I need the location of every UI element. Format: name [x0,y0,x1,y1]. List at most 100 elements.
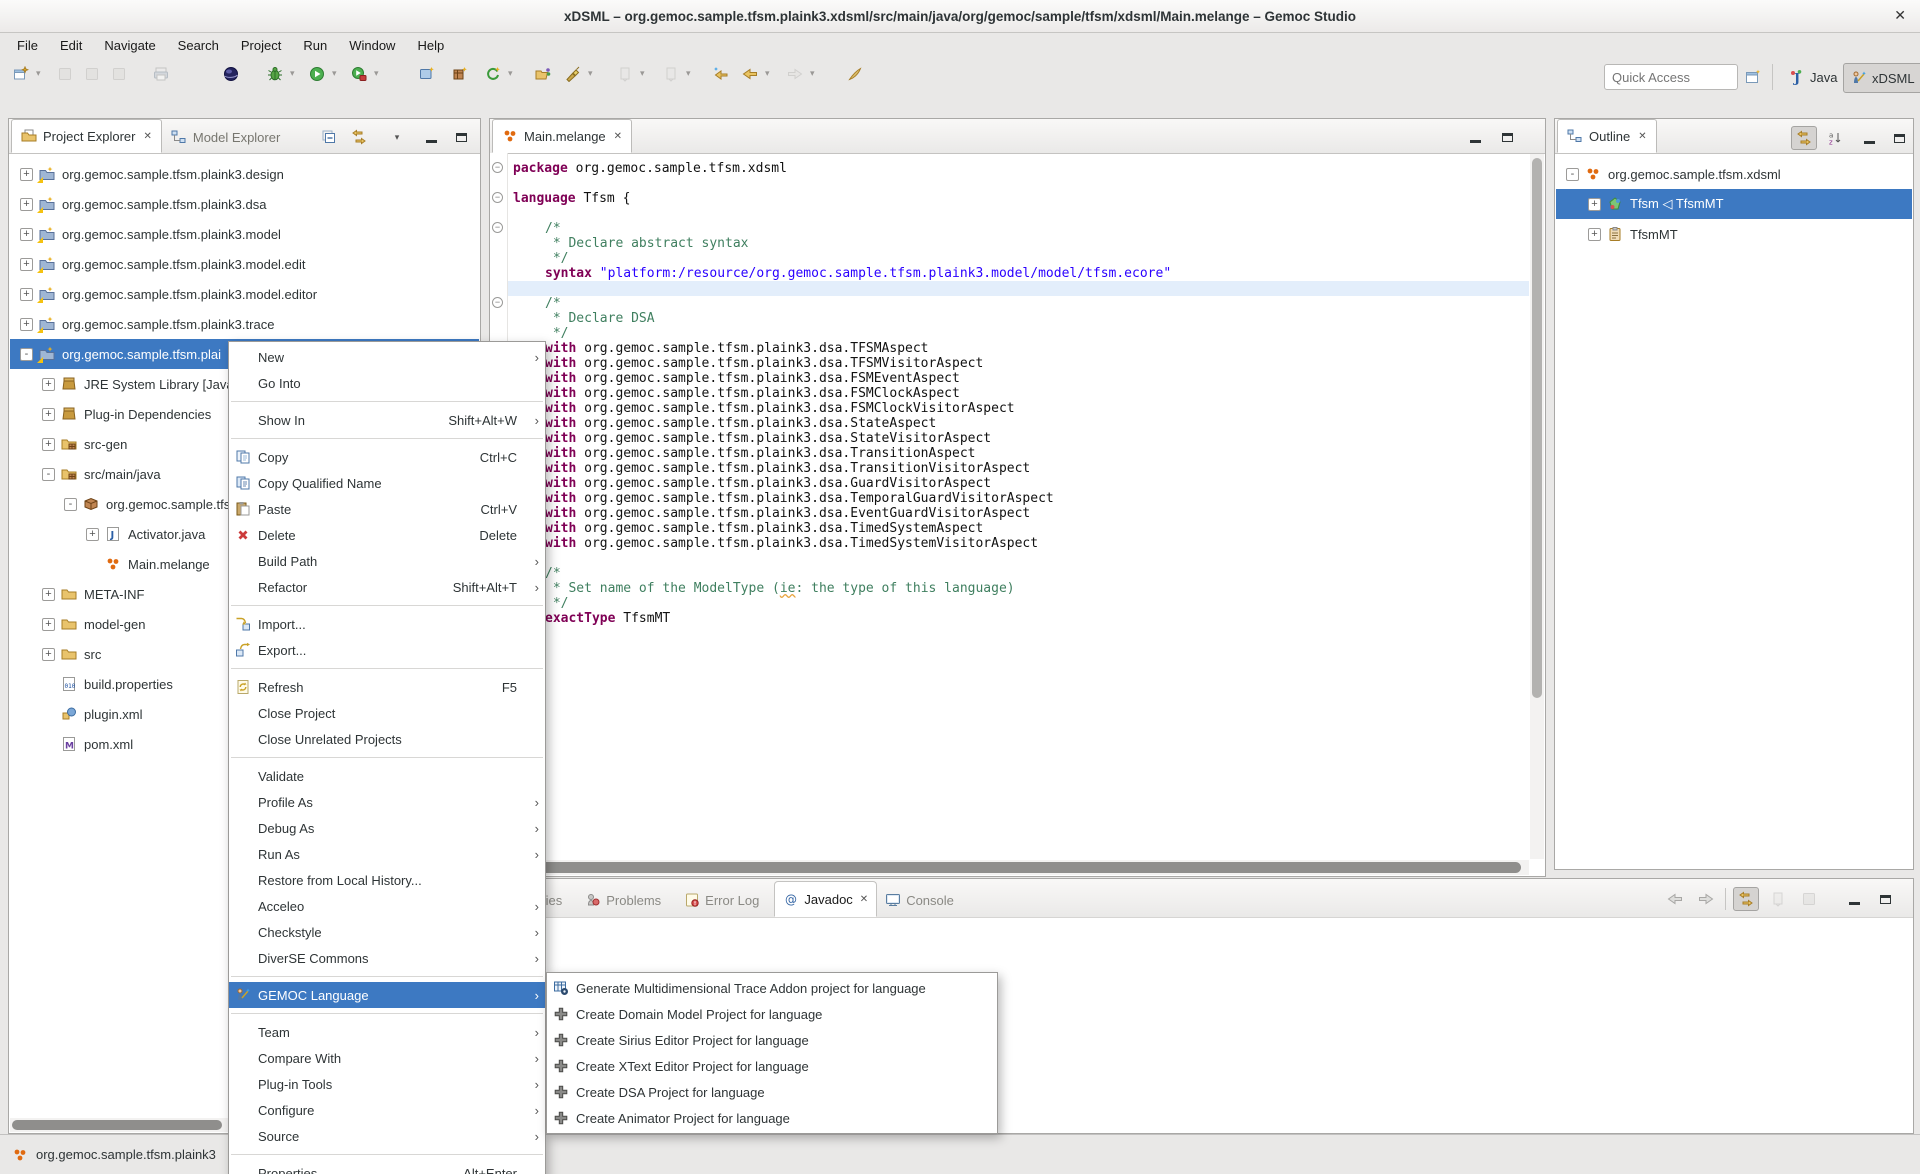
tree-item[interactable]: + Tfsm ◁ TfsmMT [1556,189,1912,219]
close-icon[interactable]: ✕ [614,131,622,142]
expander-icon[interactable]: + [20,288,33,301]
save-button[interactable] [52,60,78,88]
forward-history-button[interactable] [782,60,808,88]
link-with-editor-icon[interactable] [347,126,371,148]
window-close-button[interactable]: ✕ [1894,7,1906,24]
quick-access-input[interactable] [1604,64,1738,90]
expander-icon[interactable]: + [86,528,99,541]
expander-icon[interactable]: + [42,588,55,601]
forward-history-chevron[interactable]: ▾ [810,68,815,79]
menu-item[interactable]: Configure › [229,1097,545,1123]
menu-item[interactable]: Delete Delete [229,522,545,548]
minimize-icon[interactable] [419,126,443,148]
run-external-tools-button[interactable] [346,60,372,88]
minimize-icon[interactable] [1857,127,1881,149]
expander-icon[interactable]: + [20,198,33,211]
tree-item[interactable]: + TfsmMT [1556,219,1912,249]
menu-item[interactable]: Create XText Editor Project for language [547,1053,997,1079]
menu-item[interactable]: Validate [229,763,545,789]
sort-icon[interactable] [1823,127,1847,149]
run-button[interactable] [304,60,330,88]
menu-item[interactable]: DiverSE Commons › [229,945,545,971]
expander-icon[interactable]: + [20,168,33,181]
menubar-item[interactable]: Edit [49,35,93,56]
menu-item[interactable]: Plug-in Tools › [229,1071,545,1097]
minimize-icon[interactable] [1842,888,1866,910]
code-editor[interactable]: package org.gemoc.sample.tfsm.xdsmllangu… [508,153,1529,626]
fold-collapse-icon[interactable]: − [492,297,503,308]
expander-icon[interactable]: + [42,618,55,631]
menu-item[interactable]: GEMOC Language › [229,982,545,1008]
menu-item[interactable]: Profile As › [229,789,545,815]
save-as-button[interactable] [106,60,132,88]
menu-item[interactable]: Export... [229,637,545,663]
minimize-icon[interactable] [1463,126,1487,148]
collapse-all-icon[interactable] [317,126,341,148]
tab-main-melange[interactable]: Main.melange ✕ [492,119,632,153]
melange-feather-button[interactable] [842,60,868,88]
menu-item[interactable]: Go Into [229,370,545,396]
menu-item[interactable]: Properties Alt+Enter [229,1160,545,1174]
open-attached-javadoc-icon[interactable] [1797,888,1821,910]
tree-item[interactable]: + org.gemoc.sample.tfsm.plaink3.dsa [10,189,479,219]
menu-item[interactable]: Close Project [229,700,545,726]
new-dropdown-chevron[interactable]: ▾ [36,68,41,79]
maximize-icon[interactable] [449,126,473,148]
menu-item[interactable]: Create Sirius Editor Project for languag… [547,1027,997,1053]
menu-item[interactable]: New › [229,344,545,370]
menu-item[interactable]: Copy Qualified Name [229,470,545,496]
back-icon[interactable] [1663,888,1687,910]
show-in-breadcrumb-icon[interactable] [1766,888,1790,910]
expander-icon[interactable]: - [42,468,55,481]
menubar-item[interactable]: Search [167,35,230,56]
previous-annotation-button[interactable] [658,60,684,88]
bottom-view-tab[interactable]: Console [877,883,969,917]
menu-item[interactable]: Create DSA Project for language [547,1079,997,1105]
menu-item[interactable]: Refactor Shift+Alt+T › [229,574,545,600]
expander-icon[interactable]: + [20,258,33,271]
perspective-xdsml-button[interactable]: xDSML [1843,63,1920,93]
expander-icon[interactable]: + [1588,228,1601,241]
tab-outline[interactable]: Outline ✕ [1557,119,1657,153]
expander-icon[interactable]: + [42,648,55,661]
back-history-button[interactable] [737,60,763,88]
menu-item[interactable]: Debug As › [229,815,545,841]
bottom-view-tab[interactable]: Problems [577,883,676,917]
back-history-chevron[interactable]: ▾ [765,68,770,79]
link-with-editor-icon[interactable] [1733,887,1759,911]
maximize-icon[interactable] [1495,126,1519,148]
open-perspective-button[interactable] [1740,63,1766,91]
menu-item[interactable]: Acceleo › [229,893,545,919]
expander-icon[interactable]: + [20,228,33,241]
menu-item[interactable]: Import... [229,611,545,637]
expander-icon[interactable]: + [42,408,55,421]
perspective-java-button[interactable]: Java [1782,63,1844,91]
menubar-item[interactable]: File [6,35,49,56]
menubar-item[interactable]: Run [292,35,338,56]
search-dropdown-chevron[interactable]: ▾ [588,68,593,79]
tree-item[interactable]: + org.gemoc.sample.tfsm.plaink3.model [10,219,479,249]
bottom-view-tab[interactable]: Javadoc ✕ [774,881,877,917]
menu-item[interactable]: Show In Shift+Alt+W › [229,407,545,433]
expander-icon[interactable]: - [20,348,33,361]
expander-icon[interactable]: - [1566,168,1579,181]
tab-model-explorer[interactable]: Model Explorer [162,121,289,153]
save-all-button[interactable] [79,60,105,88]
menubar-item[interactable]: Project [230,35,292,56]
next-annotation-chevron[interactable]: ▾ [640,68,645,79]
expander-icon[interactable]: + [1588,198,1601,211]
close-icon[interactable]: ✕ [860,894,868,905]
view-menu-icon[interactable]: ▾ [385,126,409,148]
menubar-item[interactable]: Help [406,35,455,56]
fold-collapse-icon[interactable]: − [492,162,503,173]
next-annotation-button[interactable] [612,60,638,88]
run-dropdown-chevron[interactable]: ▾ [332,68,337,79]
menubar-item[interactable]: Window [338,35,406,56]
menu-item[interactable]: Build Path › [229,548,545,574]
menu-item[interactable]: Copy Ctrl+C [229,444,545,470]
new-java-project-button[interactable] [447,60,473,88]
close-icon[interactable]: ✕ [143,131,151,142]
maximize-icon[interactable] [1887,127,1911,149]
debug-dropdown-chevron[interactable]: ▾ [290,68,295,79]
editor-vertical-scrollbar[interactable] [1530,154,1544,859]
